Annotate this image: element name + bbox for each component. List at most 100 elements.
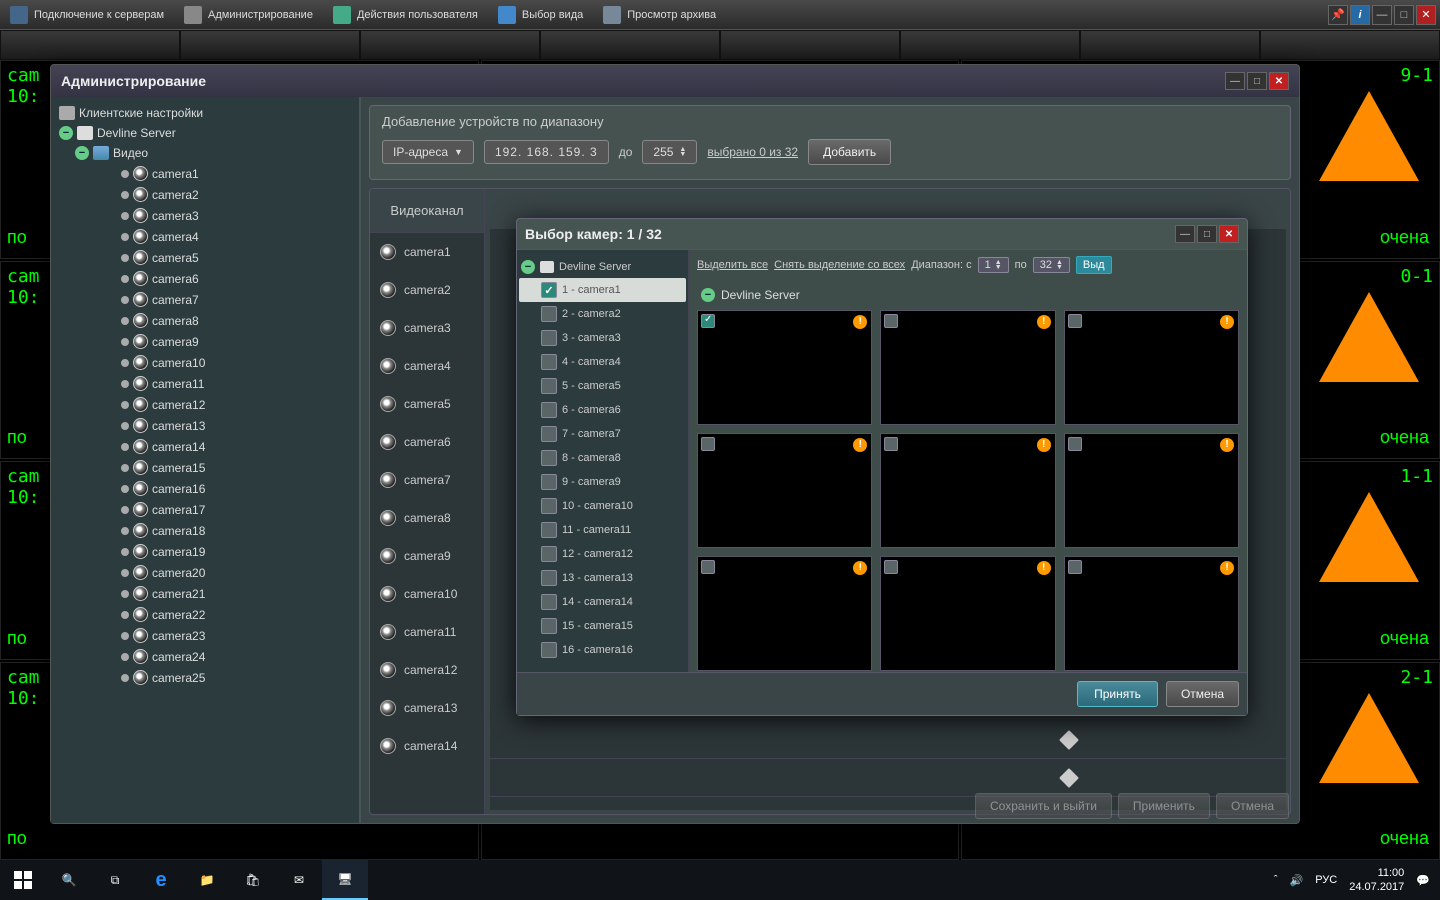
range-ip-field[interactable]: 192. 168. 159. 3 — [484, 140, 609, 164]
channel-item[interactable]: camera7 — [370, 461, 484, 499]
checkbox[interactable] — [541, 402, 557, 418]
camera-thumbnail[interactable]: ! — [880, 433, 1055, 548]
thumbnail-checkbox[interactable] — [701, 560, 715, 574]
channel-item[interactable]: camera3 — [370, 309, 484, 347]
collapse-icon[interactable]: − — [59, 126, 73, 140]
checkbox[interactable] — [541, 354, 557, 370]
dialog-titlebar[interactable]: Выбор камер: 1 / 32 — □ ✕ — [517, 219, 1247, 249]
channel-item[interactable]: camera13 — [370, 689, 484, 727]
dialog-camera-item[interactable]: 4 - camera4 — [519, 350, 686, 374]
camera-thumbnail[interactable]: ! — [880, 556, 1055, 671]
toolbar-admin[interactable]: Администрирование — [174, 2, 323, 28]
tray-notifications-icon[interactable]: 💬 — [1416, 874, 1430, 887]
channel-item[interactable]: camera11 — [370, 613, 484, 651]
collapse-icon[interactable]: − — [701, 288, 715, 302]
pencil-icon[interactable] — [1059, 768, 1079, 788]
select-all-link[interactable]: Выделить все — [697, 259, 768, 271]
pencil-icon[interactable] — [1059, 730, 1079, 750]
tree-camera-item[interactable]: camera7 — [55, 289, 355, 310]
channel-item[interactable]: camera6 — [370, 423, 484, 461]
dialog-server-node[interactable]: − Devline Server — [519, 256, 686, 278]
tree-camera-item[interactable]: camera4 — [55, 226, 355, 247]
tree-camera-item[interactable]: camera15 — [55, 457, 355, 478]
tree-client-settings[interactable]: Клиентские настройки — [55, 103, 355, 123]
thumbnail-checkbox[interactable] — [701, 314, 715, 328]
taskview-button[interactable]: ⧉ — [92, 860, 138, 900]
range-to-combo[interactable]: 32▲▼ — [1033, 257, 1070, 273]
camera-thumbnail[interactable]: ! — [1064, 556, 1239, 671]
checkbox[interactable] — [541, 450, 557, 466]
tree-camera-item[interactable]: camera5 — [55, 247, 355, 268]
minimize-button[interactable]: — — [1372, 5, 1392, 25]
tree-camera-item[interactable]: camera20 — [55, 562, 355, 583]
admin-maximize[interactable]: □ — [1247, 72, 1267, 90]
admin-minimize[interactable]: — — [1225, 72, 1245, 90]
camera-thumbnail[interactable]: ! — [1064, 433, 1239, 548]
checkbox[interactable] — [541, 618, 557, 634]
tree-camera-item[interactable]: camera2 — [55, 184, 355, 205]
channel-item[interactable]: camera10 — [370, 575, 484, 613]
collapse-icon[interactable]: − — [521, 260, 535, 274]
tree-camera-item[interactable]: camera23 — [55, 625, 355, 646]
dialog-camera-item[interactable]: 9 - camera9 — [519, 470, 686, 494]
tree-camera-item[interactable]: camera3 — [55, 205, 355, 226]
admin-tree[interactable]: Клиентские настройки −Devline Server −Ви… — [51, 97, 361, 823]
tree-camera-item[interactable]: camera11 — [55, 373, 355, 394]
mail-button[interactable]: ✉ — [276, 860, 322, 900]
camera-thumbnail[interactable]: ! — [880, 310, 1055, 425]
tray-lang[interactable]: РУС — [1315, 874, 1337, 886]
range-selected-link[interactable]: выбрано 0 из 32 — [707, 145, 798, 159]
range-from-combo[interactable]: 1▲▼ — [978, 257, 1009, 273]
toolbar-user-actions[interactable]: Действия пользователя — [323, 2, 488, 28]
channel-item[interactable]: camera4 — [370, 347, 484, 385]
tray-chevron-icon[interactable]: ˆ — [1274, 874, 1278, 886]
tree-camera-item[interactable]: camera19 — [55, 541, 355, 562]
checkbox[interactable] — [541, 642, 557, 658]
explorer-button[interactable]: 📁 — [184, 860, 230, 900]
tree-camera-item[interactable]: camera14 — [55, 436, 355, 457]
checkbox[interactable] — [541, 330, 557, 346]
tree-video[interactable]: −Видео — [55, 143, 355, 163]
thumbnail-checkbox[interactable] — [884, 437, 898, 451]
app-taskbar-button[interactable]: 🖥 — [322, 860, 368, 900]
edge-button[interactable]: e — [138, 860, 184, 900]
dialog-camera-item[interactable]: 12 - camera12 — [519, 542, 686, 566]
range-add-button[interactable]: Добавить — [808, 139, 891, 165]
close-button[interactable]: ✕ — [1416, 5, 1436, 25]
store-button[interactable]: 🛍 — [230, 860, 276, 900]
save-exit-button[interactable]: Сохранить и выйти — [975, 793, 1112, 819]
range-to-field[interactable]: 255▲▼ — [642, 140, 697, 164]
channels-list[interactable]: Видеоканал camera1camera2camera3camera4c… — [370, 189, 485, 814]
admin-titlebar[interactable]: Администрирование — □ ✕ — [51, 65, 1299, 97]
range-mode-combo[interactable]: IP-адреса▼ — [382, 140, 474, 164]
start-button[interactable] — [0, 860, 46, 900]
checkbox[interactable] — [541, 546, 557, 562]
windows-taskbar[interactable]: 🔍 ⧉ e 📁 🛍 ✉ 🖥 ˆ 🔊 РУС 11:00 24.07.2017 💬 — [0, 860, 1440, 900]
thumbnail-checkbox[interactable] — [1068, 437, 1082, 451]
tray-volume-icon[interactable]: 🔊 — [1290, 874, 1304, 887]
dialog-camera-item[interactable]: 16 - camera16 — [519, 638, 686, 662]
checkbox[interactable] — [541, 474, 557, 490]
checkbox[interactable] — [541, 522, 557, 538]
dialog-camera-item[interactable]: 13 - camera13 — [519, 566, 686, 590]
tray-clock[interactable]: 11:00 24.07.2017 — [1349, 866, 1404, 894]
toolbar-view[interactable]: Выбор вида — [488, 2, 593, 28]
tree-camera-item[interactable]: camera10 — [55, 352, 355, 373]
apply-button[interactable]: Применить — [1118, 793, 1210, 819]
thumbnail-checkbox[interactable] — [884, 314, 898, 328]
deselect-all-link[interactable]: Снять выделение со всех — [774, 259, 905, 271]
channel-item[interactable]: camera9 — [370, 537, 484, 575]
tree-server[interactable]: −Devline Server — [55, 123, 355, 143]
spinner-icon[interactable]: ▲▼ — [679, 147, 686, 157]
checkbox[interactable] — [541, 570, 557, 586]
tree-camera-item[interactable]: camera16 — [55, 478, 355, 499]
info-button[interactable]: i — [1350, 5, 1370, 25]
dialog-camera-item[interactable]: 11 - camera11 — [519, 518, 686, 542]
channel-item[interactable]: camera5 — [370, 385, 484, 423]
channel-item[interactable]: camera1 — [370, 233, 484, 271]
channel-item[interactable]: camera14 — [370, 727, 484, 765]
dialog-camera-item[interactable]: 15 - camera15 — [519, 614, 686, 638]
camera-thumbnail[interactable]: ! — [697, 556, 872, 671]
dialog-close[interactable]: ✕ — [1219, 225, 1239, 243]
tree-camera-item[interactable]: camera22 — [55, 604, 355, 625]
